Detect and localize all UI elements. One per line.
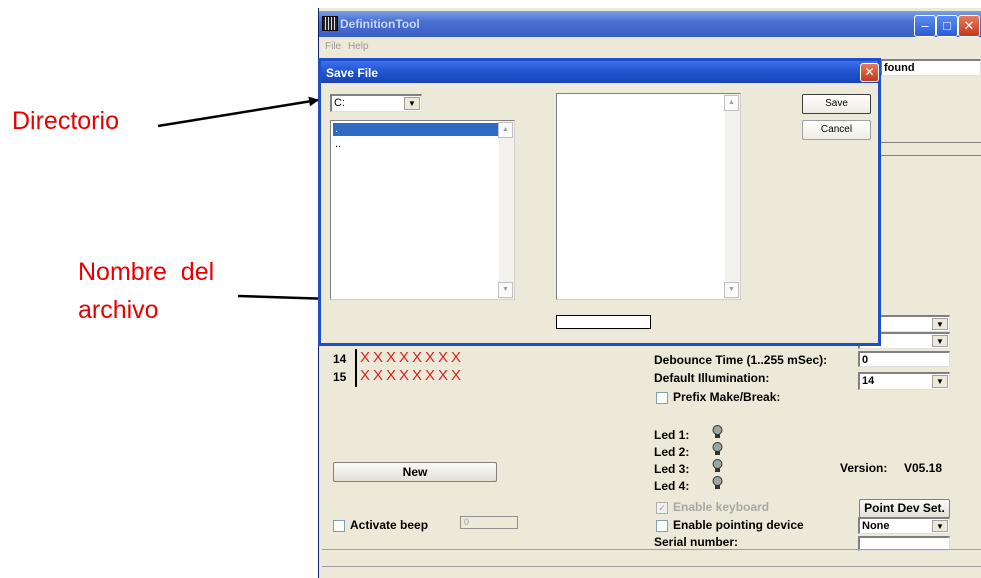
illumination-combo[interactable]: 14 ▼ (858, 372, 950, 390)
led-bulb-icon (712, 476, 723, 489)
scroll-down-icon[interactable]: ▼ (498, 282, 513, 298)
row-separator (355, 349, 357, 387)
version-value: V05.18 (904, 461, 943, 475)
device-name-value: found (884, 62, 915, 74)
directorio-arrow (157, 96, 319, 128)
point-dev-settings-button[interactable]: Point Dev Set. (859, 499, 950, 518)
chevron-down-icon[interactable]: ▼ (404, 97, 420, 110)
activate-beep-label: Activate beep (350, 518, 429, 532)
version-label: Version: (840, 461, 888, 475)
row-number: 15 (333, 370, 347, 384)
key-marks-row[interactable]: XXXXXXXX (360, 349, 464, 366)
enable-pointing-label: Enable pointing device (673, 518, 804, 532)
pointing-device-combo[interactable]: None ▼ (858, 517, 950, 534)
enable-keyboard-checkbox[interactable]: ✓ (656, 502, 668, 514)
cancel-button[interactable]: Cancel (802, 120, 871, 140)
row-number: 14 (333, 352, 347, 366)
chevron-down-icon[interactable]: ▼ (932, 335, 948, 347)
save-dialog-title: Save File (326, 66, 379, 80)
prefix-label: Prefix Make/Break: (673, 390, 781, 404)
led-2-label: Led 2: (654, 445, 690, 459)
device-name-field[interactable]: found (880, 59, 981, 76)
main-window-title: DefinitionTool (340, 17, 420, 31)
progress-bar-partial (880, 142, 981, 156)
pointing-device-value: None (862, 520, 890, 532)
serial-number-label: Serial number: (654, 535, 739, 549)
close-button[interactable]: ✕ (958, 15, 980, 37)
menu-bar (319, 37, 981, 55)
save-button[interactable]: Save (802, 94, 871, 114)
activate-beep-checkbox[interactable] (333, 520, 345, 532)
new-button[interactable]: New (333, 462, 497, 482)
file-list-scrollbar[interactable]: ▲ ▼ (724, 94, 740, 299)
debounce-input[interactable]: 0 (858, 351, 950, 367)
beep-value: 0 (464, 517, 470, 527)
led-4-label: Led 4: (654, 479, 690, 493)
enable-keyboard-label: Enable keyboard (673, 500, 770, 514)
menu-help[interactable]: Help (348, 41, 369, 52)
key-marks-row[interactable]: XXXXXXXX (360, 367, 464, 384)
directory-scrollbar[interactable]: ▲ ▼ (498, 121, 514, 299)
menu-file[interactable]: File (325, 41, 341, 52)
chevron-down-icon[interactable]: ▼ (932, 375, 948, 388)
drive-select[interactable]: C: ▼ (330, 94, 422, 112)
status-bar (322, 549, 981, 567)
led-1-label: Led 1: (654, 428, 690, 442)
save-dialog-title-bar[interactable] (321, 61, 878, 83)
prefix-checkbox[interactable] (656, 392, 668, 404)
drive-value: C: (334, 97, 345, 109)
directory-item[interactable]: .. (333, 138, 341, 150)
led-bulb-icon (712, 425, 723, 438)
file-name-input[interactable] (556, 315, 651, 329)
led-bulb-icon (712, 459, 723, 472)
scroll-up-icon[interactable]: ▲ (724, 95, 739, 111)
directory-list[interactable]: . .. ▲ ▼ (330, 120, 515, 300)
scroll-up-icon[interactable]: ▲ (498, 122, 513, 138)
beep-value-field[interactable]: 0 (460, 516, 518, 529)
scroll-down-icon[interactable]: ▼ (724, 282, 739, 298)
maximize-button[interactable]: □ (936, 15, 958, 37)
illumination-value: 14 (862, 375, 875, 387)
led-3-label: Led 3: (654, 462, 690, 476)
file-list[interactable]: ▲ ▼ (556, 93, 741, 300)
save-dialog-close-button[interactable]: ✕ (860, 63, 879, 82)
minimize-button[interactable]: – (914, 15, 936, 37)
illumination-label: Default Illumination: (654, 371, 770, 385)
app-icon (322, 16, 338, 31)
enable-pointing-checkbox[interactable] (656, 520, 668, 532)
led-bulb-icon (712, 442, 723, 455)
chevron-down-icon[interactable]: ▼ (932, 318, 948, 330)
debounce-value: 0 (862, 354, 869, 366)
debounce-label: Debounce Time (1..255 mSec): (654, 353, 828, 367)
directory-item-selected[interactable]: . (333, 123, 499, 136)
chevron-down-icon[interactable]: ▼ (932, 520, 948, 532)
